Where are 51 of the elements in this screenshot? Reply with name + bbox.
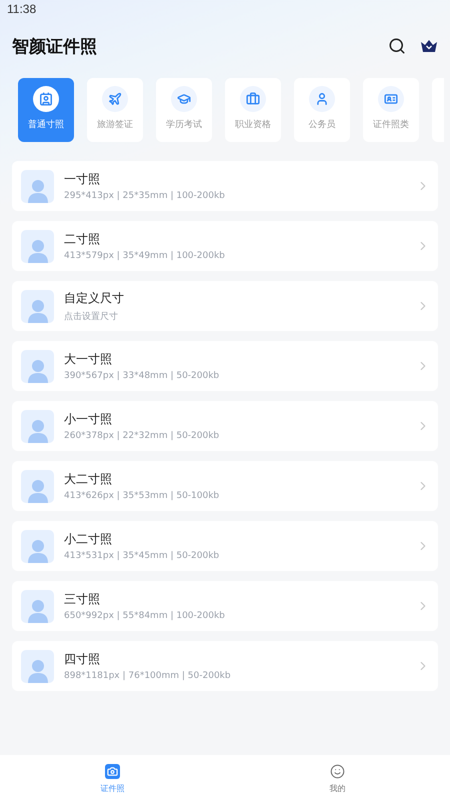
person-icon <box>26 298 48 322</box>
size-row[interactable]: 一寸照 295*413px | 25*35mm | 100-200kb <box>12 161 438 211</box>
size-name: 二寸照 <box>64 231 101 248</box>
person-icon <box>26 358 48 382</box>
size-row[interactable]: 四寸照 898*1181px | 76*100mm | 50-200kb <box>12 641 438 691</box>
person-icon <box>26 418 48 442</box>
size-name: 三寸照 <box>64 591 101 608</box>
person-icon <box>26 478 48 502</box>
size-row[interactable]: 小二寸照 413*531px | 35*45mm | 50-200kb <box>12 521 438 571</box>
category-tab[interactable]: 普通寸照 <box>18 78 74 142</box>
category-icon <box>39 92 53 106</box>
vip-button[interactable] <box>420 39 438 53</box>
size-row[interactable]: 三寸照 650*992px | 55*84mm | 100-200kb <box>12 581 438 631</box>
size-spec: 295*413px | 25*35mm | 100-200kb <box>64 191 226 201</box>
search-button[interactable] <box>388 37 406 55</box>
person-icon <box>26 178 48 202</box>
category-icon <box>384 92 398 106</box>
size-spec: 413*626px | 35*53mm | 50-100kb <box>64 491 220 501</box>
crown-icon <box>420 39 438 53</box>
category-icon <box>108 92 122 106</box>
size-name: 小二寸照 <box>64 531 113 548</box>
smile-icon <box>330 764 345 779</box>
size-name: 自定义尺寸 <box>64 290 125 306</box>
size-name: 大二寸照 <box>64 471 113 488</box>
size-row[interactable]: 大二寸照 413*626px | 35*53mm | 50-100kb <box>12 461 438 511</box>
category-icon <box>315 92 329 106</box>
size-name: 一寸照 <box>64 171 101 188</box>
status-time: 11:38 <box>7 2 36 16</box>
size-row[interactable]: 二寸照 413*579px | 35*49mm | 100-200kb <box>12 221 438 271</box>
size-name: 四寸照 <box>64 651 101 668</box>
size-spec: 413*579px | 35*49mm | 100-200kb <box>64 251 226 261</box>
size-name: 大一寸照 <box>64 351 113 368</box>
size-spec: 413*531px | 35*45mm | 50-200kb <box>64 551 220 561</box>
person-icon <box>26 238 48 262</box>
person-icon <box>26 598 48 622</box>
tab-bar-item[interactable]: 我的 <box>225 755 450 800</box>
category-icon <box>177 92 191 106</box>
camera-icon <box>105 764 120 779</box>
size-row[interactable]: 小一寸照 260*378px | 22*32mm | 50-200kb <box>12 401 438 451</box>
size-spec: 898*1181px | 76*100mm | 50-200kb <box>64 671 232 681</box>
size-row[interactable]: 自定义尺寸 点击设置尺寸 <box>12 281 438 331</box>
category-icon <box>246 92 260 106</box>
size-spec: 点击设置尺寸 <box>64 310 119 322</box>
size-spec: 260*378px | 22*32mm | 50-200kb <box>64 431 220 441</box>
app-title: 智颜证件照 <box>12 36 98 58</box>
size-spec: 390*567px | 33*48mm | 50-200kb <box>64 371 220 381</box>
person-icon <box>26 538 48 562</box>
size-row[interactable]: 大一寸照 390*567px | 33*48mm | 50-200kb <box>12 341 438 391</box>
size-spec: 650*992px | 55*84mm | 100-200kb <box>64 611 226 621</box>
size-name: 小一寸照 <box>64 411 113 428</box>
person-icon <box>26 658 48 682</box>
